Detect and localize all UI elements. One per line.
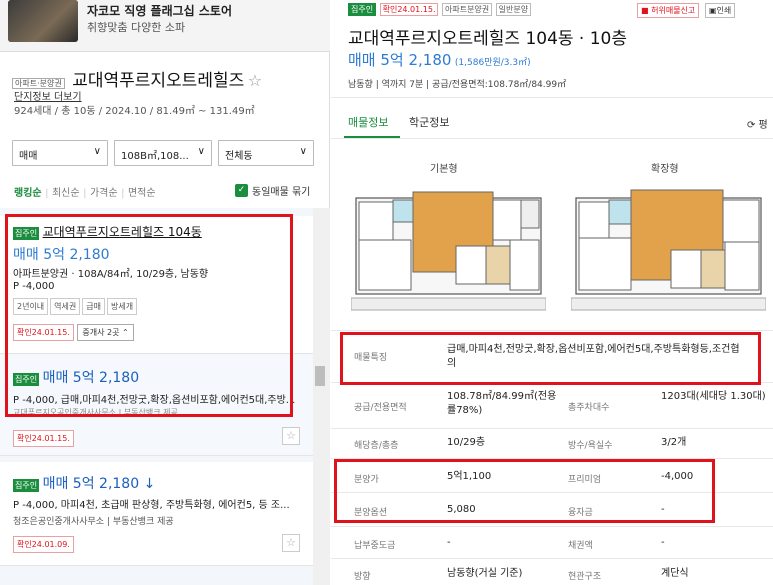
ad-thumbnail — [8, 0, 78, 42]
detail-meta: 남동향 | 역까지 7분 | 공급/전용면적:108.78㎡/84.99㎡ — [348, 80, 567, 90]
owner-badge: 집주인 — [13, 478, 40, 492]
floorplan-extended-label: 확장형 — [651, 164, 679, 175]
row-value: - — [447, 537, 451, 548]
detail-price-per-area: (1,586만원/3.3㎡) — [454, 58, 531, 68]
row-label: 방수/욕실수 — [568, 441, 613, 451]
highlight-box — [5, 214, 293, 417]
print-button[interactable]: ▣인쇄 — [705, 3, 736, 18]
tab-listing-info[interactable]: 매물정보 — [348, 114, 388, 130]
row-value: 3/2개 — [661, 437, 687, 448]
siren-icon: ■ — [641, 6, 649, 15]
row-label: 현관구조 — [568, 572, 602, 582]
row-label: 채권액 — [568, 541, 593, 551]
listing-item[interactable]: 집주인 매매 5억 2,180 ↓ P -4,000, 마피4천, 초급매 판상… — [0, 462, 313, 566]
row-label: 방향 — [354, 572, 371, 582]
ad-title: 자코모 직영 플래그십 스토어 — [87, 4, 233, 18]
same-listing-checkbox[interactable]: ✓ — [235, 184, 248, 197]
floorplan-basic-image[interactable] — [351, 180, 546, 312]
trade-type-select[interactable]: 매매 ∨ — [12, 140, 108, 166]
row-value: 10/29층 — [447, 437, 486, 448]
listing-price: 매매 5억 2,180 ↓ — [42, 476, 156, 492]
sort-latest[interactable]: 최신순 — [52, 188, 80, 199]
scrollbar[interactable] — [313, 208, 330, 585]
chevron-down-icon: ∨ — [93, 146, 101, 157]
row-value: 108.78㎡/84.99㎡(전용률78%) — [447, 391, 557, 416]
same-listing-label: 동일매물 묶기 — [252, 187, 311, 198]
detail-price: 매매 5억 2,180 — [348, 51, 452, 69]
scrollbar-thumb[interactable] — [315, 366, 325, 386]
detail-tags: 집주인 확인24.01.15. 아파트분양권 일반분양 — [348, 2, 532, 16]
sort-area[interactable]: 면적순 — [128, 188, 156, 199]
listing-panel: 자코모 직영 플래그십 스토어 취향맞춤 다양한 소파 아파트·분양권 교대역푸… — [0, 0, 330, 585]
sort-bar: 랭킹순 | 최신순 | 가격순 | 면적순 — [14, 188, 156, 199]
ad-banner[interactable]: 자코모 직영 플래그십 스토어 취향맞춤 다양한 소파 — [0, 0, 330, 52]
report-button[interactable]: ■ 허위매물신고 — [637, 3, 700, 18]
row-value: 계단식 — [661, 568, 689, 579]
refresh-unit-toggle[interactable]: ⟳ 평 — [747, 116, 768, 131]
chevron-down-icon: ∨ — [299, 146, 307, 157]
row-value: 1203대(세대당 1.30대) — [661, 391, 766, 402]
highlight-box — [340, 332, 761, 385]
ad-subtitle: 취향맞춤 다양한 소파 — [87, 21, 186, 34]
row-label: 해당층/총층 — [354, 441, 399, 451]
floorplan-extended-image[interactable] — [571, 180, 766, 312]
highlight-box — [334, 459, 715, 523]
print-icon: ▣ — [709, 6, 717, 15]
complex-info-link[interactable]: 단지정보 더보기 — [14, 88, 82, 103]
chevron-down-icon: ∨ — [197, 146, 205, 157]
favorite-star-icon[interactable]: ☆ — [248, 71, 262, 90]
row-value: - — [661, 537, 665, 548]
building-select[interactable]: 전체동 ∨ — [218, 140, 314, 166]
row-label: 납부중도금 — [354, 541, 396, 551]
tab-school-info[interactable]: 학군정보 — [409, 114, 449, 130]
listing-desc: P -4,000, 마피4천, 초급매 판상형, 주방특화형, 에어컨5, 등 … — [13, 500, 290, 511]
sort-ranking[interactable]: 랭킹순 — [14, 188, 42, 199]
row-label: 공급/전용면적 — [354, 403, 407, 413]
row-value: 남동향(거실 기준) — [447, 568, 523, 579]
listing-agency: 청조은공인중개사사무소 | 부동산뱅크 제공 — [13, 517, 174, 527]
detail-panel: 집주인 확인24.01.15. 아파트분양권 일반분양 ■ 허위매물신고 ▣인쇄… — [331, 0, 773, 585]
area-select[interactable]: 108B㎡,108... ∨ — [114, 140, 212, 166]
detail-title: 교대역푸르지오트레힐즈 104동 · 10층 — [348, 29, 628, 49]
complex-name: 교대역푸르지오트레힐즈 — [72, 71, 245, 91]
confirm-date: 확인24.01.09. — [13, 536, 74, 553]
favorite-star-icon[interactable]: ☆ — [282, 427, 300, 445]
confirm-date: 확인24.01.15. — [13, 430, 74, 447]
floorplan-basic-label: 기본형 — [430, 164, 458, 175]
row-label: 총주차대수 — [568, 403, 610, 413]
sort-price[interactable]: 가격순 — [90, 188, 118, 199]
complex-meta: 924세대 / 총 10동 / 2024.10 / 81.49㎡ ~ 131.4… — [14, 106, 255, 117]
favorite-star-icon[interactable]: ☆ — [282, 534, 300, 552]
